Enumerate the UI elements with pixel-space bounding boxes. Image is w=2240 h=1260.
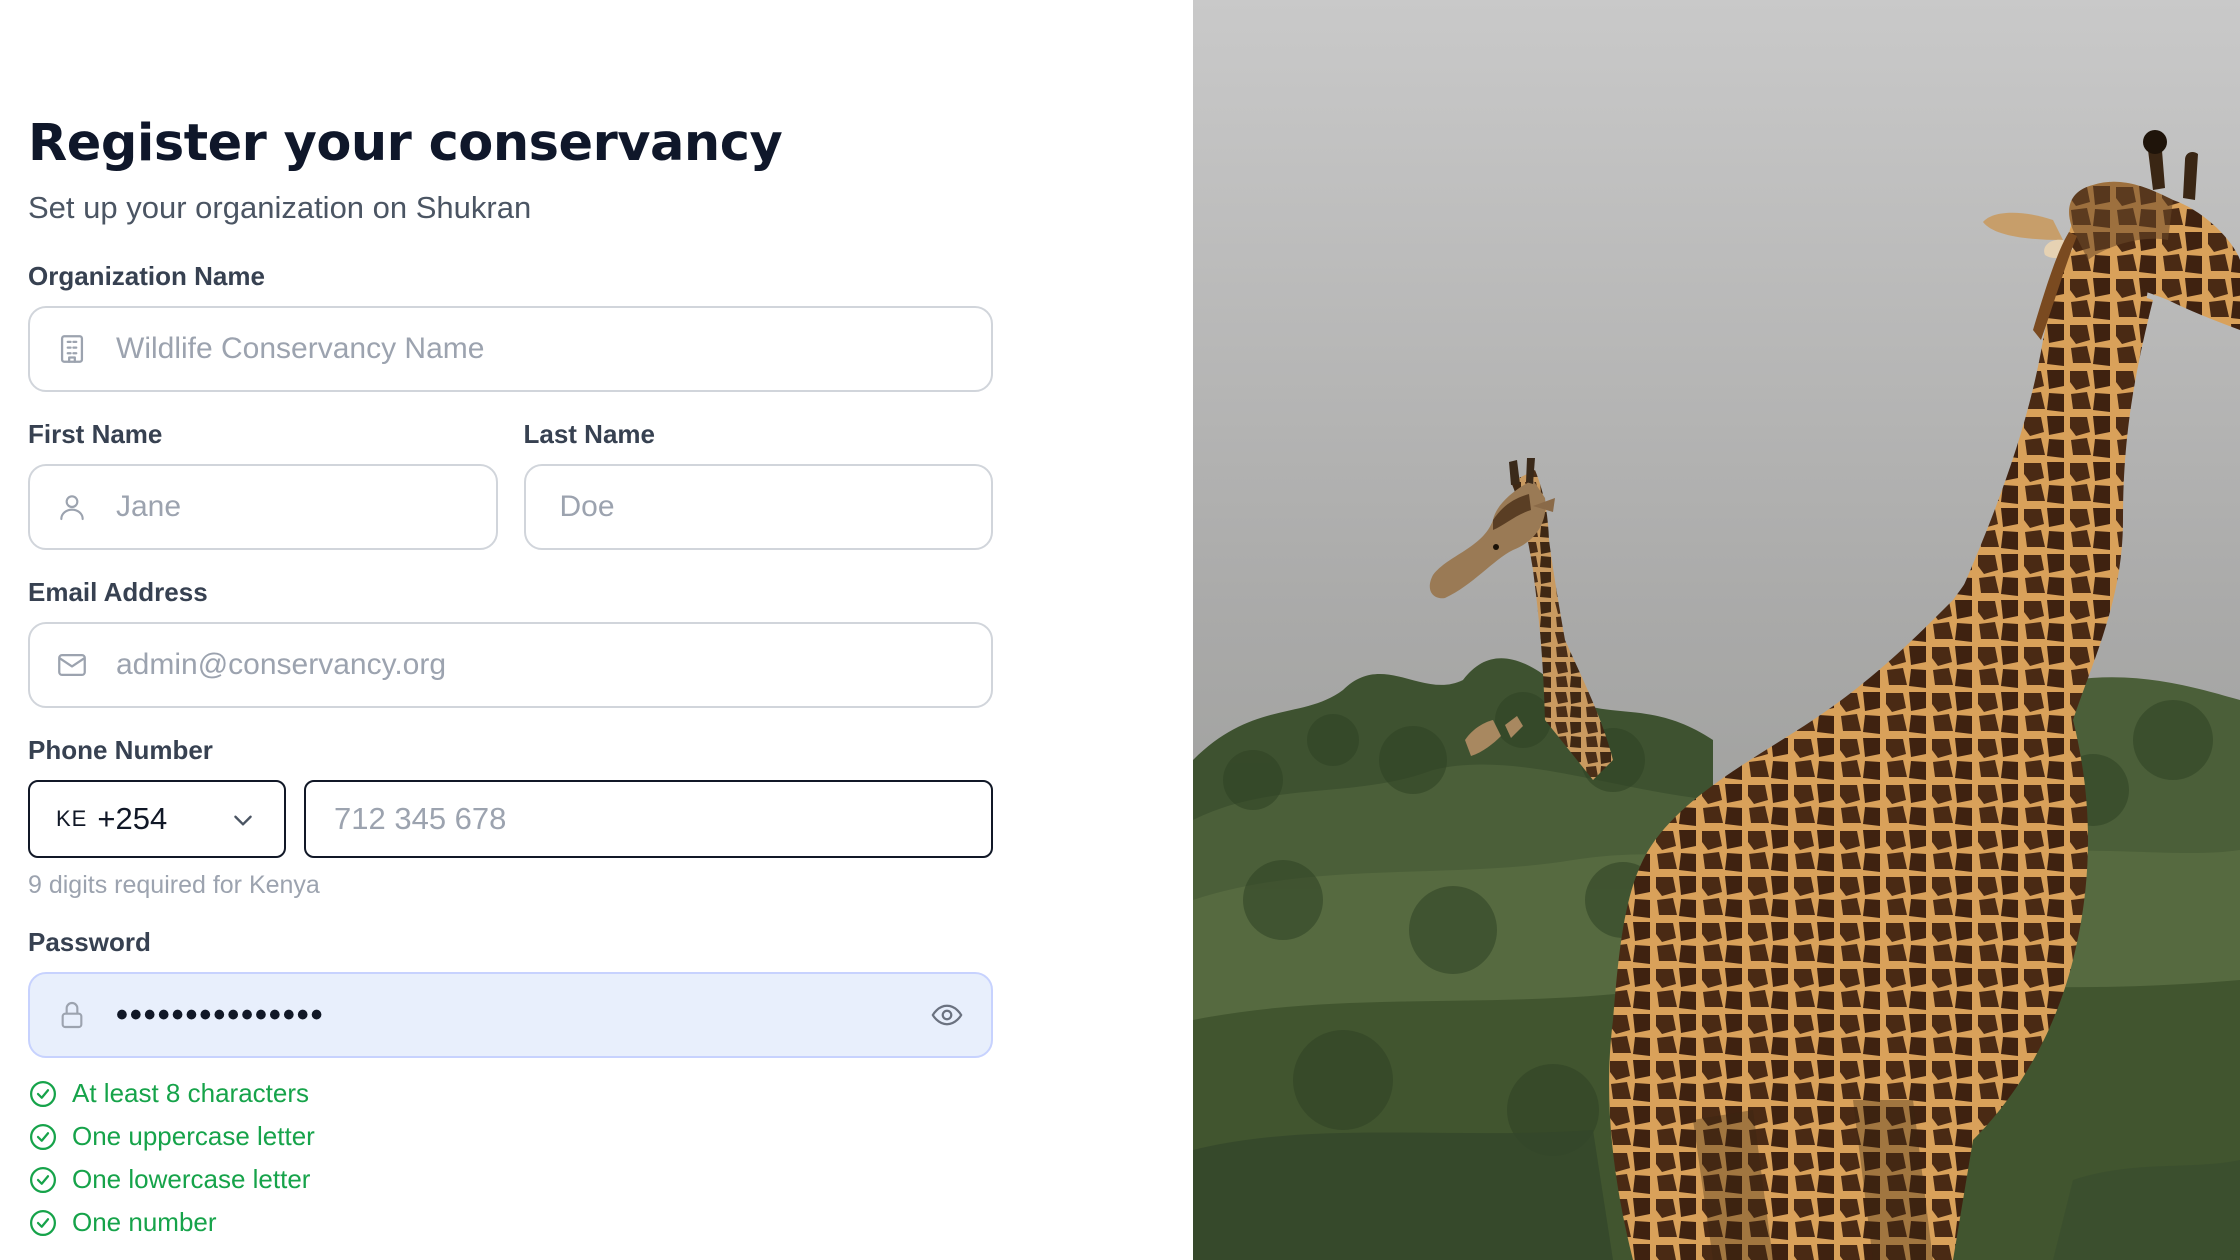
check-circle-icon xyxy=(30,1209,56,1236)
organization-input[interactable] xyxy=(116,332,991,366)
building-icon xyxy=(55,332,89,366)
giraffes-image xyxy=(1193,0,2240,1260)
phone-hint: 9 digits required for Kenya xyxy=(28,871,320,899)
eye-icon[interactable] xyxy=(927,995,967,1035)
chevron-down-icon xyxy=(234,815,252,826)
name-fields-row: First Name Last Name xyxy=(28,418,993,550)
check-circle-icon xyxy=(30,1080,56,1107)
first-name-group: First Name xyxy=(28,418,498,550)
requirement-item: One lowercase letter xyxy=(28,1158,993,1201)
requirement-text: At least 8 characters xyxy=(72,1078,309,1108)
organization-label: Organization Name xyxy=(28,261,265,291)
password-field[interactable] xyxy=(28,972,993,1058)
check-circle-icon xyxy=(30,1166,56,1193)
email-field-group: Email Address xyxy=(28,576,993,708)
page-subtitle: Set up your organization on Shukran xyxy=(28,190,532,225)
requirement-item: One number xyxy=(28,1201,993,1244)
phone-number-field[interactable] xyxy=(304,780,993,858)
phone-number-input[interactable] xyxy=(332,800,991,838)
phone-label: Phone Number xyxy=(28,735,213,765)
first-name-label: First Name xyxy=(28,419,163,449)
last-name-input[interactable] xyxy=(525,490,991,524)
last-name-group: Last Name xyxy=(523,418,993,550)
requirement-item: One uppercase letter xyxy=(28,1115,993,1158)
organization-field-group: Organization Name xyxy=(28,260,993,392)
first-name-field[interactable] xyxy=(28,464,498,550)
password-input[interactable] xyxy=(116,995,927,1035)
country-code-select[interactable]: KE +254 xyxy=(28,780,286,858)
phone-row: KE +254 xyxy=(28,780,993,858)
password-label: Password xyxy=(28,927,151,957)
last-name-label: Last Name xyxy=(523,419,656,449)
first-name-input[interactable] xyxy=(116,490,496,524)
form-panel: Register your conservancy Set up your or… xyxy=(0,0,1193,1260)
requirement-text: One lowercase letter xyxy=(72,1164,311,1194)
registration-page: Register your conservancy Set up your or… xyxy=(0,0,2240,1260)
organization-field[interactable] xyxy=(28,306,993,392)
requirement-text: One uppercase letter xyxy=(72,1121,315,1151)
phone-field-group: Phone Number KE +254 9 digits required f… xyxy=(28,734,993,902)
email-label: Email Address xyxy=(28,577,208,607)
requirement-item: At least 8 characters xyxy=(28,1072,993,1115)
country-code-value: +254 xyxy=(97,801,168,836)
requirement-text: One number xyxy=(72,1207,217,1237)
password-requirements: At least 8 characters One uppercase lett… xyxy=(28,1072,993,1244)
mail-icon xyxy=(55,648,89,682)
email-input[interactable] xyxy=(116,648,991,682)
giraffes-illustration xyxy=(1193,0,2240,1260)
user-icon xyxy=(55,490,89,524)
email-field[interactable] xyxy=(28,622,993,708)
password-field-group: Password ••••••••••••••• At least 8 char… xyxy=(28,926,993,1244)
registration-form: Register your conservancy Set up your or… xyxy=(28,108,993,1237)
check-circle-icon xyxy=(30,1123,56,1150)
page-title: Register your conservancy xyxy=(28,114,783,173)
country-flag: KE xyxy=(56,806,88,831)
last-name-field[interactable] xyxy=(523,464,993,550)
lock-icon xyxy=(55,998,89,1032)
